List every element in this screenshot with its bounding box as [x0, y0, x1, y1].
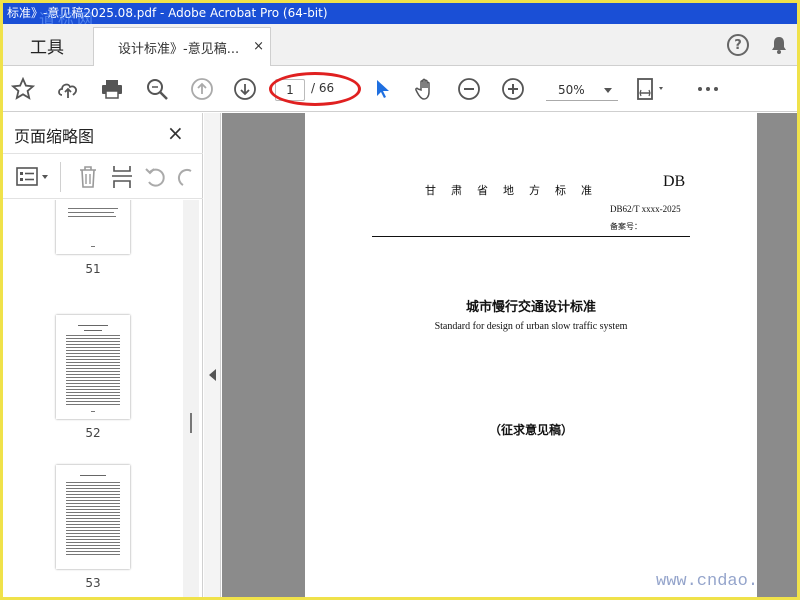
app-window: 标准》-意见稿2025.08.pdf - Adobe Acrobat Pro (…	[3, 3, 797, 597]
insert-page-icon[interactable]	[110, 164, 134, 190]
close-panel-icon[interactable]: ×	[167, 121, 184, 145]
cloud-upload-icon[interactable]	[56, 77, 80, 101]
select-cursor-icon[interactable]	[371, 77, 395, 101]
document-title-en: Standard for design of urban slow traffi…	[434, 321, 628, 332]
zoom-value: 50%	[558, 83, 585, 97]
panel-toolbar	[3, 153, 203, 199]
star-icon[interactable]	[11, 77, 35, 101]
page-fit-icon[interactable]	[635, 77, 671, 101]
document-title-cn: 城市慢行交通设计标准	[465, 300, 596, 315]
main-toolbar: 1 / 66 50%	[3, 66, 797, 112]
bell-icon[interactable]	[769, 35, 789, 55]
thumbnail-panel: 页面缩略图 × 51 52 53	[3, 113, 203, 597]
tab-bar: 工具 设计标准》-意见稿... × ?	[3, 24, 797, 67]
trash-icon[interactable]	[77, 165, 99, 189]
zoom-select[interactable]: 50%	[546, 79, 618, 101]
redo-rotate-icon[interactable]	[177, 166, 193, 188]
toolbar-divider	[60, 162, 61, 192]
standard-code: DB62/T xxxx-2025	[610, 204, 681, 214]
thumbnail-page[interactable]	[56, 200, 130, 254]
thumbnail-list: 51 52 53	[3, 200, 183, 597]
undo-rotate-icon[interactable]	[144, 166, 166, 188]
document-viewer[interactable]: 甘肃省地方标准 DB DB62/T xxxx-2025 备案号： 城市慢行交通设…	[222, 113, 797, 597]
collapse-arrow-icon[interactable]	[209, 369, 216, 381]
zoom-in-icon[interactable]	[501, 77, 525, 101]
record-number: 备案号：	[610, 222, 642, 231]
search-zoom-icon[interactable]	[145, 77, 169, 101]
tab-tools[interactable]: 工具	[3, 24, 91, 66]
previous-page-icon[interactable]	[190, 77, 214, 101]
help-icon[interactable]: ?	[727, 34, 749, 56]
thumbnail-label: 52	[85, 426, 101, 440]
hand-tool-icon[interactable]	[413, 77, 437, 101]
more-options-icon[interactable]	[696, 77, 720, 101]
next-page-icon[interactable]	[233, 77, 257, 101]
close-tab-icon[interactable]: ×	[253, 39, 264, 54]
document-page: 甘肃省地方标准 DB DB62/T xxxx-2025 备案号： 城市慢行交通设…	[305, 113, 757, 597]
tab-document[interactable]: 设计标准》-意见稿... ×	[93, 27, 271, 67]
window-title: 标准》-意见稿2025.08.pdf - Adobe Acrobat Pro (…	[3, 3, 797, 24]
print-icon[interactable]	[100, 77, 124, 101]
db-mark: DB	[663, 173, 686, 190]
panel-title: 页面缩略图	[14, 127, 95, 146]
highlight-oval	[269, 72, 361, 106]
zoom-out-icon[interactable]	[457, 77, 481, 101]
standard-org: 甘肃省地方标准	[425, 184, 607, 197]
draft-notice: （征求意见稿）	[488, 423, 573, 437]
chevron-down-icon	[604, 88, 612, 93]
thumbnail-page[interactable]	[56, 315, 130, 419]
thumbnail-label: 51	[85, 262, 101, 276]
thumbnail-scrollbar[interactable]	[183, 200, 199, 597]
thumbnail-page[interactable]	[56, 465, 130, 569]
thumbnail-options-icon[interactable]	[15, 166, 51, 188]
header-rule	[372, 236, 690, 237]
scrollbar-thumb[interactable]	[190, 413, 192, 433]
thumbnail-label: 53	[85, 576, 101, 590]
tab-document-label: 设计标准》-意见稿...	[118, 42, 240, 57]
panel-collapse-strip[interactable]	[204, 113, 221, 597]
